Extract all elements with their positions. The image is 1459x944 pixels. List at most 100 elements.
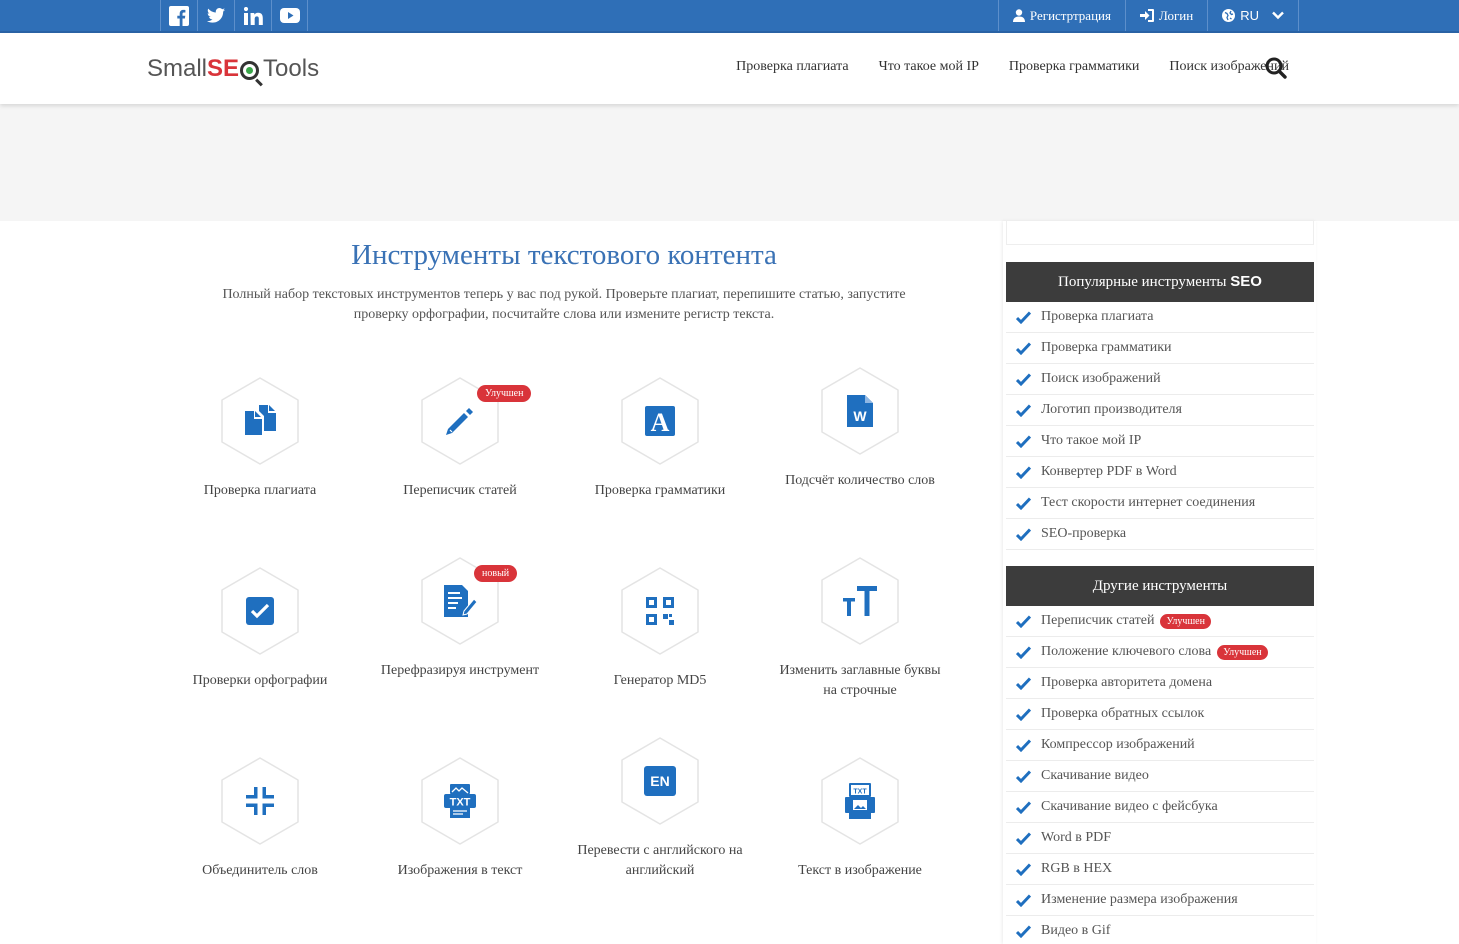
sidebar-tool-label: Скачивание видео: [1041, 768, 1149, 783]
sidebar-tool-link[interactable]: Переписчик статей Улучшен: [1006, 606, 1314, 637]
sidebar-tool-link[interactable]: RGB в HEX: [1006, 854, 1314, 885]
sidebar-tool-label: Видео в Gif: [1041, 923, 1111, 938]
check-icon: [1016, 496, 1031, 510]
sidebar-tool-link[interactable]: Скачивание видео: [1006, 761, 1314, 792]
tool-card[interactable]: EN Перевести с английского на английский: [575, 736, 745, 881]
main-nav: Проверка плагиата Что такое мой IP Прове…: [736, 59, 1289, 75]
sidebar-tool-label: Изменение размера изображения: [1041, 892, 1238, 907]
check-icon: [1016, 614, 1031, 628]
tool-label: Проверка грамматики: [594, 483, 726, 498]
tool-label: Подсчёт количество слов: [785, 473, 935, 488]
tool-card[interactable]: TXT Изображения в текст: [375, 756, 545, 881]
sidebar-tool-link[interactable]: Конвертер PDF в Word: [1006, 457, 1314, 488]
image-to-txt-icon: TXT: [444, 784, 476, 818]
pencil-icon: [446, 408, 473, 435]
tool-card[interactable]: W Подсчёт количество слов: [775, 366, 945, 491]
page-title: Инструменты текстового контента: [351, 239, 777, 271]
login-link[interactable]: Логин: [1124, 0, 1207, 31]
youtube-icon[interactable]: [271, 0, 308, 31]
txt-to-image-icon: TXT: [845, 783, 875, 819]
tool-label: Проверки орфографии: [192, 673, 328, 688]
sidebar-tool-link[interactable]: Поиск изображений: [1006, 364, 1314, 395]
tool-label: Перевести с английского на английский: [577, 843, 743, 878]
other-tools-heading: Другие инструменты: [1006, 566, 1314, 606]
sidebar-tool-label: Положение ключевого слова: [1041, 644, 1212, 659]
main-content: Инструменты текстового контента Полный н…: [0, 221, 1003, 944]
sidebar-tool-link[interactable]: Проверка плагиата: [1006, 302, 1314, 333]
top-bar: Регистртрация Логин RU: [0, 0, 1459, 33]
account-links: Регистртрация Логин RU: [997, 0, 1299, 31]
tool-card[interactable]: Улучшен Переписчик статей: [375, 376, 545, 501]
sidebar-tool-link[interactable]: Изменение размера изображения: [1006, 885, 1314, 916]
sidebar-tool-link[interactable]: Проверка грамматики: [1006, 333, 1314, 364]
sidebar-tool-link[interactable]: Компрессор изображений: [1006, 730, 1314, 761]
facebook-icon[interactable]: [160, 0, 197, 31]
tool-card[interactable]: Проверка плагиата: [175, 376, 345, 501]
nav-plagiarism[interactable]: Проверка плагиата: [736, 59, 848, 75]
sidebar-tool-label: Что такое мой IP: [1041, 433, 1142, 448]
sidebar-tool-label: Проверка грамматики: [1041, 340, 1172, 355]
sidebar-tool-label: Поиск изображений: [1041, 371, 1161, 386]
tool-label: Генератор MD5: [613, 673, 707, 688]
site-logo[interactable]: Small S E Tools: [147, 55, 319, 83]
sidebar-tool-link[interactable]: SEO-проверка: [1006, 519, 1314, 550]
sidebar-tool-link[interactable]: Видео в Gif: [1006, 916, 1314, 944]
tool-card[interactable]: Изменить заглавные буквы на строчные: [775, 556, 945, 701]
tool-card[interactable]: A Проверка грамматики: [575, 376, 745, 501]
sidebar-tool-link[interactable]: Положение ключевого слова Улучшен: [1006, 637, 1314, 668]
svg-text:EN: EN: [650, 773, 669, 789]
sidebar-tool-link[interactable]: Проверка авторитета домена: [1006, 668, 1314, 699]
popular-heading-text: Популярные инструменты: [1058, 274, 1227, 290]
check-icon: [1016, 800, 1031, 814]
popular-tools-heading: Популярные инструменты SEO: [1006, 262, 1314, 302]
sidebar-tool-link[interactable]: Проверка обратных ссылок: [1006, 699, 1314, 730]
sidebar-tool-link[interactable]: Скачивание видео с фейсбука: [1006, 792, 1314, 823]
register-link[interactable]: Регистртрация: [997, 0, 1125, 31]
sidebar-tool-label: Переписчик статей: [1041, 613, 1155, 628]
tool-label: Проверка плагиата: [203, 483, 317, 498]
svg-text:TXT: TXT: [853, 789, 867, 796]
check-icon: [1016, 769, 1031, 783]
language-selector[interactable]: RU: [1207, 0, 1299, 31]
svg-text:W: W: [853, 408, 867, 424]
sidebar-ad-slot: [1006, 221, 1314, 245]
sidebar-tool-link[interactable]: Логотип производителя: [1006, 395, 1314, 426]
other-tools-list: Переписчик статей Улучшен Положение ключев…: [1006, 606, 1314, 944]
search-icon[interactable]: [1265, 57, 1287, 84]
twitter-icon[interactable]: [197, 0, 234, 31]
tool-label: Переписчик статей: [403, 483, 517, 498]
check-icon: [1016, 527, 1031, 541]
sidebar-tool-label: Word в PDF: [1041, 830, 1112, 845]
check-icon: [1016, 924, 1031, 938]
sidebar-tool-link[interactable]: Word в PDF: [1006, 823, 1314, 854]
tool-card[interactable]: новый Перефразируя инструмент: [375, 556, 545, 681]
tool-card[interactable]: Проверки орфографии: [175, 566, 345, 691]
check-icon: [1016, 676, 1031, 690]
sidebar-tool-label: Скачивание видео с фейсбука: [1041, 799, 1218, 814]
linkedin-icon[interactable]: [234, 0, 271, 31]
user-icon: [1012, 9, 1025, 22]
check-icon: [1016, 707, 1031, 721]
nav-my-ip[interactable]: Что такое мой IP: [879, 59, 979, 75]
nav-grammar[interactable]: Проверка грамматики: [1009, 59, 1140, 75]
tool-label: Текст в изображение: [798, 863, 922, 878]
check-icon: [1016, 341, 1031, 355]
logo-text-s: S: [207, 55, 224, 82]
tool-card[interactable]: Объединитель слов: [175, 756, 345, 881]
check-icon: [1016, 465, 1031, 479]
sidebar-tool-link[interactable]: Что такое мой IP: [1006, 426, 1314, 457]
svg-text:A: A: [651, 408, 670, 436]
sidebar-tool-label: Проверка плагиата: [1041, 309, 1154, 324]
chevron-down-icon: [1272, 11, 1284, 20]
tool-card[interactable]: TXT Текст в изображение: [775, 756, 945, 881]
sidebar-tool-label: Конвертер PDF в Word: [1041, 464, 1177, 479]
login-label: Логин: [1158, 7, 1194, 23]
tool-card[interactable]: Генератор MD5: [575, 566, 745, 691]
en-icon: EN: [644, 766, 676, 796]
popular-heading-bold: SEO: [1230, 273, 1262, 290]
page-description: Полный набор текстовых инструментов тепе…: [222, 287, 906, 322]
compress-icon: [246, 787, 274, 815]
sidebar-tool-link[interactable]: Тест скорости интернет соединения: [1006, 488, 1314, 519]
sidebar-tool-label: SEO-проверка: [1041, 526, 1127, 541]
register-label: Регистртрация: [1029, 7, 1111, 23]
